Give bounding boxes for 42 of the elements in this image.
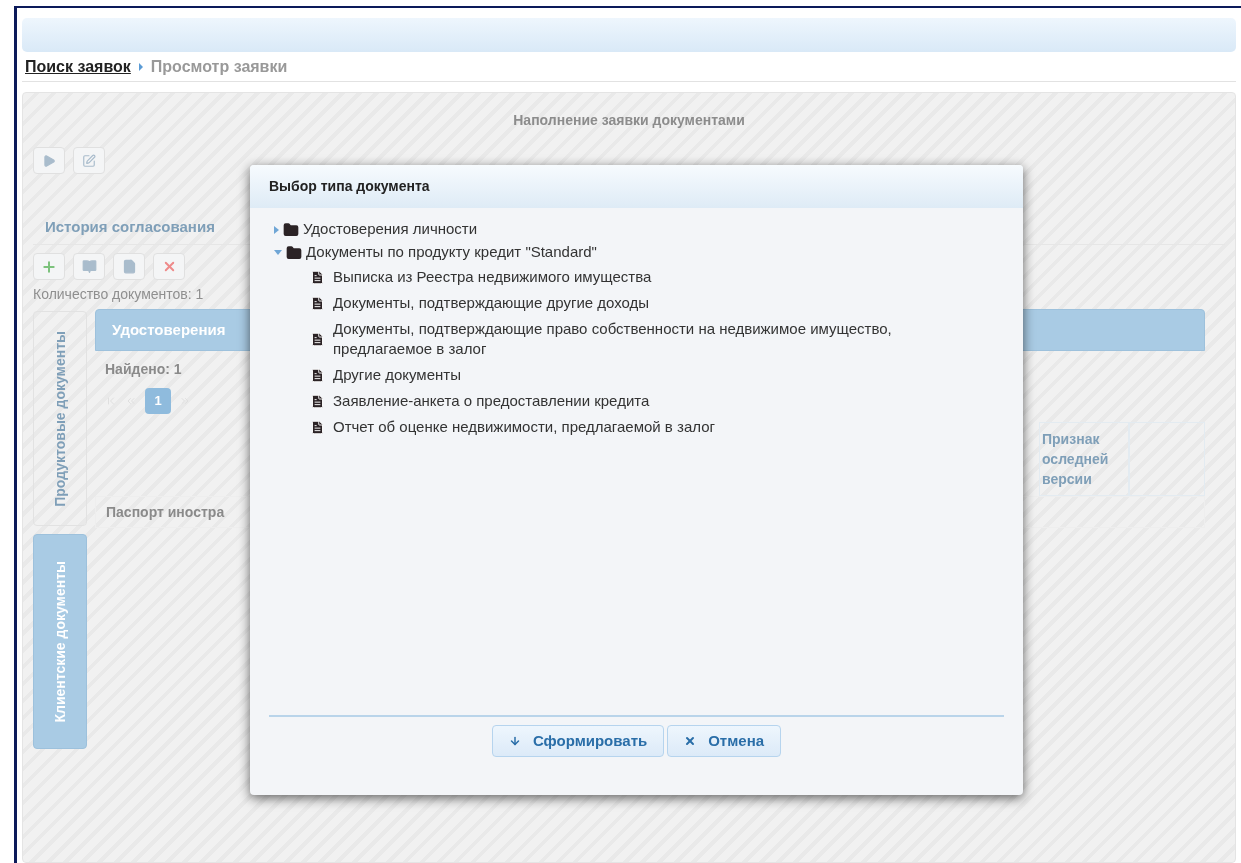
word-document-button[interactable] bbox=[113, 253, 145, 280]
dialog-button[interactable]: Сформировать bbox=[491, 725, 665, 757]
header-cell: Признак оследней версии bbox=[1039, 422, 1129, 496]
tree-item[interactable]: Документы по продукту кредит "Standard" bbox=[306, 241, 597, 264]
table-cell-text: Паспорт иностра bbox=[106, 502, 225, 522]
caret-icon[interactable] bbox=[274, 250, 282, 255]
dialog-button[interactable]: Отмена bbox=[667, 725, 782, 757]
breadcrumb-current: Просмотр заявки bbox=[150, 56, 288, 77]
tree-item[interactable]: Документы, подтверждающие право собственности на недвижимое имущество, предлагаемое в залог bbox=[333, 319, 993, 359]
dialog-title: Выбор типа документа bbox=[269, 177, 430, 196]
panel-title: Наполнение заявки документами bbox=[513, 111, 745, 130]
folder-icon bbox=[283, 221, 299, 238]
document-count: Количество документов: 1 bbox=[33, 285, 204, 304]
edit-icon bbox=[82, 153, 96, 168]
book-button[interactable] bbox=[73, 253, 105, 280]
play-icon bbox=[42, 153, 56, 168]
tree-item[interactable]: Выписка из Реестра недвижимого имущества bbox=[333, 267, 652, 287]
document-icon bbox=[310, 295, 325, 311]
document-icon bbox=[310, 367, 325, 383]
delete-button[interactable] bbox=[153, 253, 185, 280]
found-label: Найдено: 1 bbox=[105, 360, 182, 379]
breadcrumb-link[interactable]: Поиск заявок bbox=[25, 54, 131, 79]
book-icon bbox=[81, 259, 97, 274]
separator-icon bbox=[138, 62, 143, 71]
edit-button[interactable] bbox=[73, 147, 105, 174]
caret-icon[interactable] bbox=[274, 225, 279, 234]
document-icon bbox=[310, 393, 325, 409]
document-icon bbox=[121, 259, 137, 274]
tree-item[interactable]: Отчет об оценке недвижимости, предлагаемой в залог bbox=[333, 417, 715, 437]
tree-item[interactable]: Заявление-анкета о предоставлении кредита bbox=[333, 391, 650, 411]
arrow-down-icon bbox=[508, 735, 521, 747]
document-icon bbox=[310, 331, 325, 347]
close-icon bbox=[684, 735, 697, 747]
plus-icon bbox=[41, 258, 57, 275]
play-button[interactable] bbox=[33, 147, 65, 174]
add-button[interactable] bbox=[33, 253, 65, 280]
tree-item[interactable]: Удостоверения личности bbox=[303, 218, 478, 241]
document-icon bbox=[310, 419, 325, 435]
tree-item[interactable]: Другие документы bbox=[333, 365, 461, 385]
document-icon bbox=[310, 269, 325, 285]
folder-icon bbox=[286, 244, 302, 261]
tree-item[interactable]: Документы, подтверждающие другие доходы bbox=[333, 293, 650, 313]
